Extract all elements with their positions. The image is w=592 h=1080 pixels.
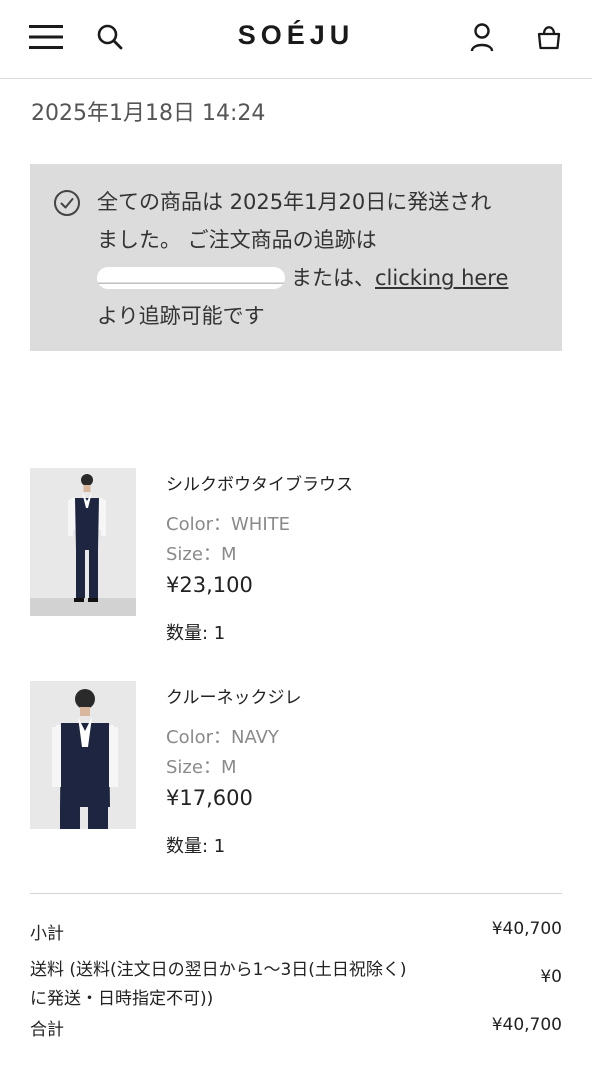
shipping-amount: ¥0 — [540, 967, 562, 987]
product-name[interactable]: クルーネックジレ — [166, 683, 302, 708]
shipping-row: 送料 (送料(注文日の翌日から1〜3日(土日祝除く) に発送・日時指定不可)) … — [30, 955, 562, 1009]
shipping-notice: 全ての商品は 2025年1月20日に発送され ました。 ご注文商品の追跡は また… — [30, 164, 562, 351]
redacted-tracking-number — [97, 267, 285, 289]
total-amount: ¥40,700 — [491, 1015, 562, 1035]
brand-logo[interactable]: SOÉJU — [0, 20, 592, 51]
product-color: Color：WHITE — [166, 514, 291, 535]
tracking-link[interactable]: clicking here — [375, 266, 508, 290]
shipping-label-line-2: に発送・日時指定不可)) — [30, 989, 214, 1009]
total-label: 合計 — [30, 1020, 64, 1040]
order-datetime: 2025年1月18日 14:24 — [31, 101, 266, 126]
product-price: ¥23,100 — [166, 573, 253, 597]
product-name[interactable]: シルクボウタイブラウス — [166, 470, 353, 495]
product-photo — [30, 681, 136, 829]
shipping-label-line-1: 送料 (送料(注文日の翌日から1〜3日(土日祝除く) — [30, 960, 407, 980]
product-size: Size：M — [166, 544, 237, 565]
product-image[interactable] — [30, 468, 136, 616]
notice-line-3: または、clicking here — [97, 259, 547, 297]
check-circle-icon — [54, 190, 80, 216]
notice-line-4: より追跡可能です — [97, 304, 265, 328]
site-header: SOÉJU — [0, 0, 592, 79]
notice-line-1: 全ての商品は 2025年1月20日に発送され — [97, 190, 492, 214]
notice-or-text: または、 — [291, 266, 375, 290]
product-quantity: 数量: 1 — [166, 623, 226, 644]
product-image[interactable] — [30, 681, 136, 829]
cart-icon[interactable] — [536, 24, 562, 50]
subtotal-label: 小計 — [30, 924, 64, 944]
product-price: ¥17,600 — [166, 786, 253, 810]
subtotal-amount: ¥40,700 — [491, 919, 562, 939]
product-photo — [30, 468, 136, 616]
product-size: Size：M — [166, 757, 237, 778]
product-color: Color：NAVY — [166, 727, 279, 748]
notice-line-2: ました。 ご注文商品の追跡は — [97, 228, 377, 252]
subtotal-row: 小計 ¥40,700 — [30, 919, 562, 944]
order-item: クルーネックジレ Color：NAVY Size：M ¥17,600 数量: 1 — [0, 680, 592, 860]
order-item: シルクボウタイブラウス Color：WHITE Size：M ¥23,100 数… — [0, 467, 592, 647]
summary-divider — [30, 893, 562, 894]
notice-text: 全ての商品は 2025年1月20日に発送され ました。 ご注文商品の追跡は また… — [97, 183, 547, 335]
product-quantity: 数量: 1 — [166, 836, 226, 857]
total-row: 合計 ¥40,700 — [30, 1015, 562, 1040]
account-icon[interactable] — [470, 23, 494, 52]
